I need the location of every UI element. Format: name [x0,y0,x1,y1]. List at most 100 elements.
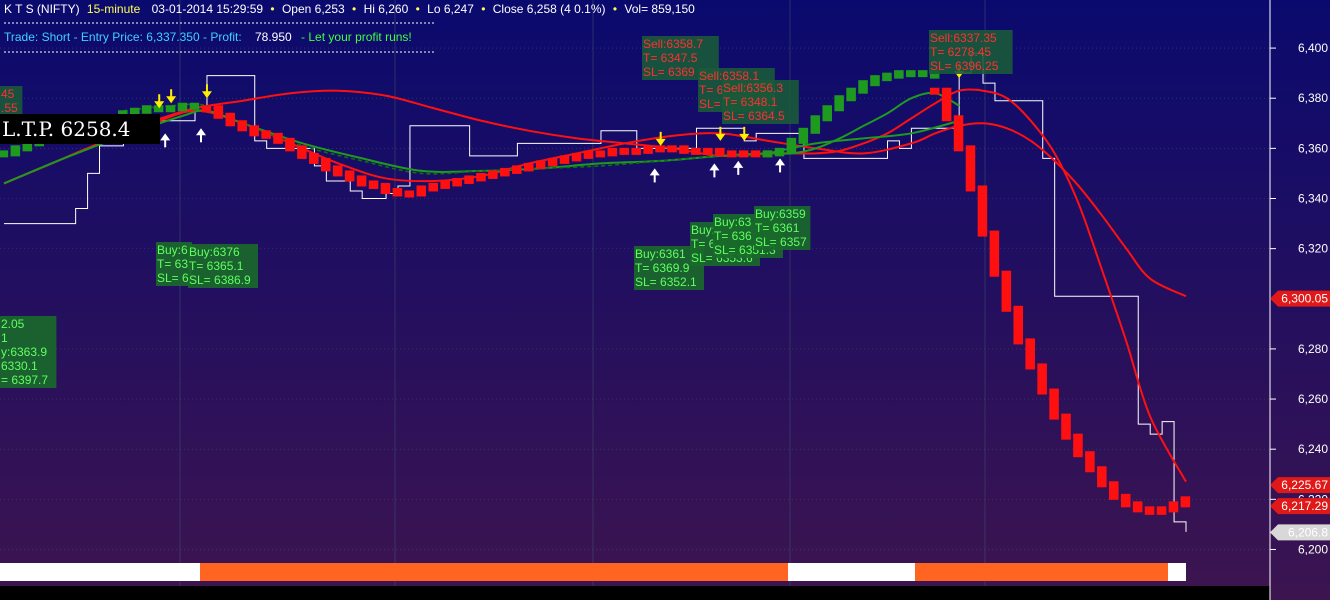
red-trend-block [201,105,212,113]
header-sep: • [270,2,274,16]
red-trend-block [583,150,594,159]
green-trend-block [189,102,200,110]
red-trend-block [488,170,498,179]
red-trend-block [464,175,474,184]
red-trend-block [476,172,486,182]
buy-arrow-icon [779,164,782,173]
green-trend-block [10,145,21,157]
y-tick-label: 6,200 [1298,542,1328,556]
green-trend-block [858,80,868,94]
red-trend-block [941,87,952,122]
signal-bar-segment [200,563,788,581]
buy-signal-label-text: SL= 6357 [755,235,807,249]
green-trend-block [0,150,9,158]
buy-signal-label-text: 6330.1 [1,359,38,373]
y-tick-label: 6,280 [1298,342,1328,356]
red-trend-block [1013,305,1024,345]
trade-line: Trade: Short - Entry Price: 6,337.350 - … [4,30,412,44]
red-trend-block [500,167,510,177]
plot-background [0,0,1270,586]
buy-signal-label-text: 1 [1,331,8,345]
buy-signal-label-text: T= 6369.9 [635,261,690,275]
red-trend-block [392,187,403,197]
red-trend-block [726,150,737,158]
green-trend-block [894,70,904,79]
red-trend-block [225,112,236,127]
y-tick-label: 6,380 [1298,91,1328,105]
buy-arrow-icon [200,134,202,143]
buy-signal-label-text: Buy:6359 [755,207,806,221]
red-trend-block [237,120,247,132]
price-tag-label: 6,225.67 [1281,478,1328,492]
red-trend-block [320,157,331,172]
y-tick-label: 6,320 [1298,242,1328,256]
red-trend-block [989,230,1000,277]
red-trend-block [619,147,630,155]
y-tick-label: 6,240 [1298,442,1328,456]
buy-signal-label-text: Buy: [691,223,715,237]
bottom-bar [0,563,1186,581]
red-trend-block [261,130,271,139]
sell-signal-label-text: 45 [1,87,15,101]
red-trend-block [1144,506,1155,515]
red-trend-block [714,147,725,157]
red-trend-block [929,87,940,95]
buy-signal-label-text: SL= 6352.1 [635,275,697,289]
red-trend-block [1097,466,1107,488]
red-trend-block [965,145,976,192]
red-trend-block [404,190,415,198]
trade-note: - Let your profit runs! [301,30,412,44]
sell-arrow-icon [205,84,208,93]
red-trend-block [344,170,355,182]
signal-bar-segment [0,563,200,581]
red-trend-block [535,160,546,169]
sell-signal-label-text: .55 [1,101,18,115]
buy-arrow-icon [653,174,656,183]
green-trend-block [774,147,785,157]
red-trend-block [953,115,964,152]
sell-arrow-icon [719,126,722,135]
sell-signal-label-text: SL= [699,97,721,111]
red-trend-block [631,147,641,155]
red-trend-block [249,125,259,137]
chart-canvas: K T S (NIFTY) 15-minute 03-01-2014 15:29… [0,0,1330,600]
y-tick-label: 6,340 [1298,191,1328,205]
red-trend-block [977,185,988,237]
sell-signal-label-text: SL= 6369 [643,65,695,79]
green-trend-block [834,95,844,112]
green-trend-block [810,115,821,134]
green-trend-block [906,70,916,78]
red-trend-block [607,147,618,157]
sell-signal-label-text: SL= 6364.5 [723,109,785,123]
sell-signal-label-text: T= 6348.1 [723,95,778,109]
trade-text: Trade: Short - Entry Price: 6,337.350 - … [4,30,242,44]
red-trend-block [1108,481,1119,500]
price-tag-label: 6,217.29 [1281,499,1328,513]
trade-profit: 78.950 [255,30,292,44]
header-interval: 15-minute [87,2,141,16]
red-trend-block [297,145,307,159]
sell-signal-label-text: T= 6347.5 [643,51,698,65]
sell-arrow-icon [158,94,161,103]
red-trend-block [368,180,379,189]
header-open: Open 6,253 [282,2,345,16]
red-trend-block [380,182,391,194]
sell-signal-label-text: T= 6 [699,83,724,97]
red-trend-block [285,137,295,152]
green-trend-block [882,72,892,82]
buy-signal-label-text: T= 63 [157,257,188,271]
red-trend-block [655,145,665,153]
red-trend-block [512,165,522,174]
price-tag-label: 6,206.8 [1288,525,1328,539]
y-tick-label: 6,360 [1298,141,1328,155]
header-sep: • [416,2,420,16]
y-tick-label: 6,260 [1298,392,1328,406]
header-vol: Vol= 859,150 [624,2,695,16]
red-trend-block [595,150,606,158]
buy-signal-label-text: Buy:6 [157,243,188,257]
red-trend-block [416,185,427,197]
red-trend-block [643,145,653,154]
sell-signal-label-text: Sell:6337.35 [930,31,997,45]
buy-signal-label-text: Buy:6376 [189,245,240,259]
buy-signal-label-text: Buy:63 [714,215,752,229]
